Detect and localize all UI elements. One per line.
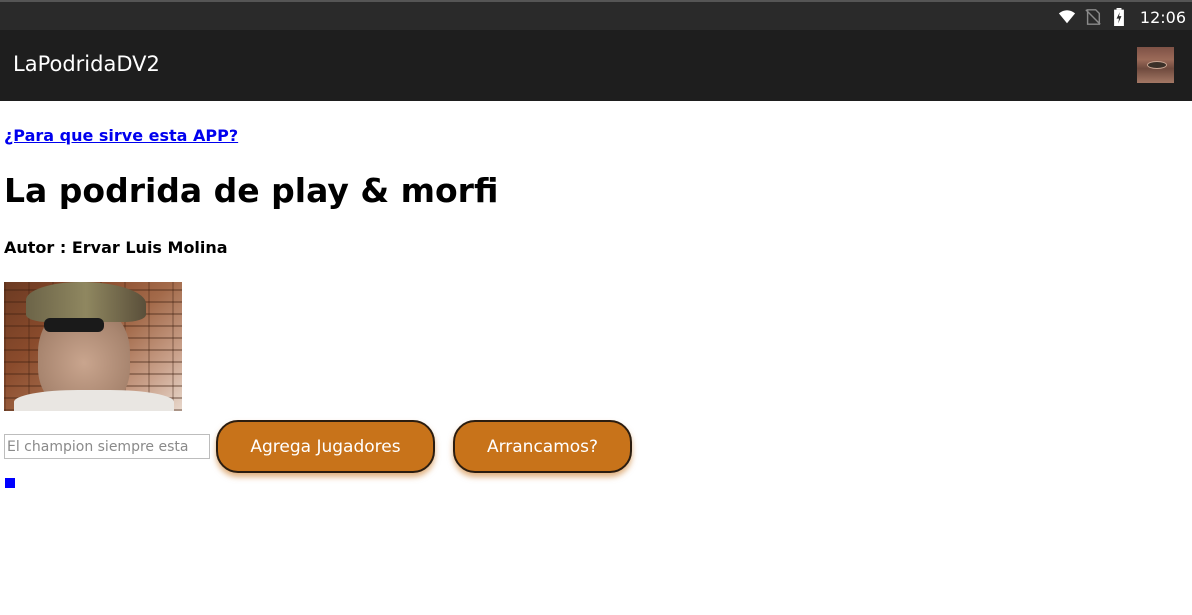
photo-shirt	[14, 390, 174, 411]
author-photo	[4, 282, 182, 411]
start-game-button[interactable]: Arrancamos?	[453, 420, 632, 473]
app-bar: LaPodridaDV2	[0, 30, 1192, 101]
page-title: La podrida de play & morfi	[4, 171, 499, 210]
status-icons: 12:06	[1058, 6, 1186, 28]
avatar-eye-detail	[1147, 61, 1167, 69]
status-time: 12:06	[1139, 7, 1186, 27]
no-sim-icon	[1085, 9, 1101, 25]
add-players-button[interactable]: Agrega Jugadores	[216, 420, 435, 473]
champion-input[interactable]	[4, 434, 210, 459]
status-bar: 12:06	[0, 0, 1192, 30]
user-avatar-image[interactable]	[1137, 47, 1174, 83]
app-info-link[interactable]: ¿Para que sirve esta APP?	[4, 126, 238, 145]
photo-sunglasses	[44, 318, 104, 332]
photo-cap	[26, 282, 146, 322]
wifi-icon	[1058, 10, 1075, 24]
app-title: LaPodridaDV2	[13, 52, 160, 76]
blue-indicator	[5, 478, 15, 488]
battery-charging-icon	[1113, 8, 1124, 26]
author-label: Autor : Ervar Luis Molina	[4, 238, 228, 257]
